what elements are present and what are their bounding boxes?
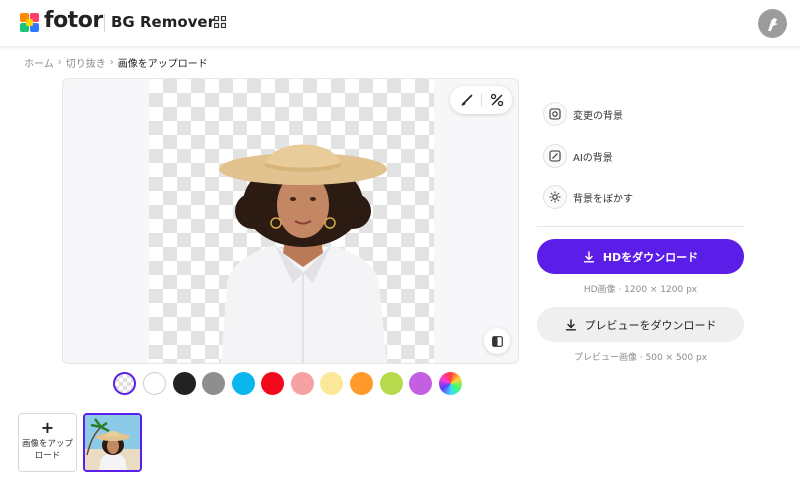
option-ai-background[interactable]: AIの背景: [543, 143, 613, 169]
swatch-light-yellow[interactable]: [320, 372, 343, 395]
breadcrumb: ホーム › 切り抜き › 画像をアップロード: [24, 55, 208, 70]
top-header: fotor BG Remover: [0, 0, 800, 46]
download-icon: [583, 250, 595, 262]
upload-image-button[interactable]: + 画像をアップロード: [18, 413, 77, 472]
brand-name[interactable]: fotor: [44, 8, 103, 33]
swatch-pink[interactable]: [291, 372, 314, 395]
ai-background-icon: [543, 144, 567, 168]
erase-icon[interactable]: [482, 86, 512, 114]
edit-tools: [450, 86, 512, 114]
download-hd-button[interactable]: HDをダウンロード: [537, 239, 744, 274]
compare-icon[interactable]: [484, 328, 510, 354]
option-label: 背景をぼかす: [573, 193, 633, 205]
option-blur-background[interactable]: 背景をぼかす: [543, 184, 633, 210]
uploaded-image-thumbnail[interactable]: [83, 413, 142, 472]
preview-canvas: [62, 78, 519, 364]
breadcrumb-home[interactable]: ホーム: [24, 55, 54, 70]
download-icon: [565, 318, 576, 330]
upload-image-label: 画像をアップロード: [21, 439, 73, 461]
swatch-orange[interactable]: [350, 372, 373, 395]
panel-divider: [537, 226, 744, 227]
swatch-multicolor-icon[interactable]: [439, 372, 462, 395]
apps-grid-icon[interactable]: [214, 16, 226, 28]
plus-icon: +: [40, 418, 55, 437]
swatch-transparent[interactable]: [113, 372, 136, 395]
swatch-sky-blue[interactable]: [232, 372, 255, 395]
option-label: 変更の背景: [573, 110, 623, 122]
fotor-logo-icon[interactable]: [20, 13, 39, 32]
chevron-right-icon: ›: [109, 57, 114, 68]
blur-background-icon: [543, 185, 567, 209]
user-avatar-icon[interactable]: [758, 9, 787, 38]
preview-image-info: プレビュー画像 · 500 × 500 px: [573, 353, 708, 363]
download-preview-label: プレビューをダウンロード: [584, 318, 717, 332]
swatch-black[interactable]: [173, 372, 196, 395]
chevron-right-icon: ›: [57, 57, 62, 68]
option-label: AIの背景: [573, 152, 613, 164]
breadcrumb-cutout[interactable]: 切り抜き: [66, 55, 106, 70]
change-background-icon: [543, 102, 567, 126]
swatch-purple[interactable]: [409, 372, 432, 395]
brush-icon[interactable]: [451, 86, 481, 114]
download-hd-label: HDをダウンロード: [602, 250, 699, 264]
option-change-background[interactable]: 変更の背景: [543, 101, 623, 127]
cutout-subject-image: [219, 144, 387, 363]
breadcrumb-current: 画像をアップロード: [117, 59, 208, 70]
swatch-white[interactable]: [143, 372, 166, 395]
swatch-lime[interactable]: [380, 372, 403, 395]
header-divider: [104, 14, 105, 32]
download-preview-button[interactable]: プレビューをダウンロード: [537, 307, 744, 342]
swatch-gray[interactable]: [202, 372, 225, 395]
product-name: BG Remover: [111, 13, 215, 31]
swatch-red[interactable]: [261, 372, 284, 395]
hd-image-info: HD画像 · 1200 × 1200 px: [583, 285, 698, 295]
